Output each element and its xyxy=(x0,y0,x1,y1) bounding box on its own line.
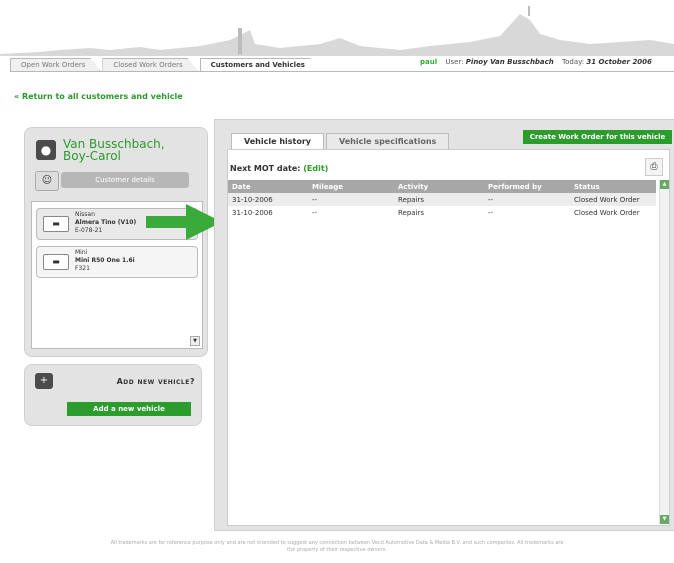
user-info-bar: paul User: Pinoy Van Busschbach Today: 3… xyxy=(420,58,652,66)
cell-mileage: -- xyxy=(312,208,318,217)
tab-customers-and-vehicles[interactable]: Customers and Vehicles xyxy=(200,58,320,72)
add-vehicle-panel: + Add new vehicle? Add a new vehicle xyxy=(24,364,202,426)
vehicle-model: Almera Tino (V10) xyxy=(75,219,137,226)
scroll-up-icon[interactable]: ▲ xyxy=(660,180,669,189)
scroll-down-icon[interactable]: ▼ xyxy=(190,336,200,346)
username[interactable]: paul xyxy=(420,58,437,66)
top-tab-bar: Open Work Orders Closed Work Orders Cust… xyxy=(10,58,322,72)
vehicle-item[interactable]: ▬ Mini Mini R50 One 1.6i F321 xyxy=(36,246,198,278)
table-row[interactable]: 31-10-2006 -- Repairs -- Closed Work Ord… xyxy=(228,206,656,219)
footer-line1: All trademarks are for reference purpose… xyxy=(110,540,564,546)
vehicle-plate: F321 xyxy=(75,265,90,272)
vehicle-make: Mini xyxy=(75,249,88,256)
vehicle-model: Mini R50 One 1.6i xyxy=(75,257,135,264)
mot-label: Next MOT date: xyxy=(230,164,301,173)
cell-performed-by: -- xyxy=(488,208,494,217)
user-label: User: xyxy=(445,58,464,66)
column-header-mileage: Mileage xyxy=(308,180,394,193)
skyline-banner xyxy=(0,6,674,56)
vehicle-make: Nissan xyxy=(75,211,95,218)
cell-date: 31-10-2006 xyxy=(232,208,273,217)
car-icon: ▬ xyxy=(43,254,69,270)
customer-details-icon[interactable]: ☺ xyxy=(35,171,59,191)
mot-date: Next MOT date: (Edit) xyxy=(230,164,328,173)
column-header-date: Date xyxy=(228,180,308,193)
cell-performed-by: -- xyxy=(484,193,570,206)
tab-vehicle-specifications[interactable]: Vehicle specifications xyxy=(326,133,450,150)
cell-mileage: -- xyxy=(308,193,394,206)
customer-name: Van Busschbach, Boy-Carol xyxy=(63,138,165,162)
table-header-row: Date Mileage Activity Performed by Statu… xyxy=(228,180,656,193)
tab-vehicle-history[interactable]: Vehicle history xyxy=(231,133,324,150)
column-header-activity: Activity xyxy=(394,180,484,193)
customer-icon: ● xyxy=(36,140,56,160)
customer-details-button[interactable]: Customer details xyxy=(61,172,189,188)
footer-disclaimer: All trademarks are for reference purpose… xyxy=(0,540,674,554)
vertical-scrollbar[interactable]: ▲ ▼ xyxy=(659,180,669,524)
customer-panel: ● Van Busschbach, Boy-Carol ☺ Customer d… xyxy=(24,127,208,357)
vehicle-detail-panel: Vehicle history Vehicle specifications C… xyxy=(214,119,674,531)
user-name: Pinoy Van Busschbach xyxy=(465,58,554,66)
tab-open-work-orders[interactable]: Open Work Orders xyxy=(10,58,100,71)
back-to-customers-link[interactable]: « Return to all customers and vehicle xyxy=(14,92,183,101)
history-table: Date Mileage Activity Performed by Statu… xyxy=(228,180,656,219)
mot-edit-link[interactable]: (Edit) xyxy=(303,164,328,173)
arrow-right-icon xyxy=(146,204,222,240)
add-vehicle-title: Add new vehicle? xyxy=(116,377,195,386)
cell-date: 31-10-2006 xyxy=(228,193,308,206)
column-header-performed-by: Performed by xyxy=(484,180,570,193)
add-vehicle-button[interactable]: Add a new vehicle xyxy=(67,402,191,416)
cell-status: Closed Work Order xyxy=(570,193,656,206)
cell-status: Closed Work Order xyxy=(574,208,640,217)
today-label: Today: xyxy=(562,58,585,66)
today-date: 31 October 2006 xyxy=(586,58,652,66)
customer-name-line2: Boy-Carol xyxy=(63,149,121,163)
create-work-order-button[interactable]: Create Work Order for this vehicle xyxy=(523,130,672,144)
column-header-status: Status xyxy=(570,180,656,193)
cell-activity: Repairs xyxy=(398,208,425,217)
vehicle-plate: E-078-21 xyxy=(75,227,103,234)
print-icon[interactable]: ⎙ xyxy=(645,158,663,176)
scroll-down-icon[interactable]: ▼ xyxy=(660,515,669,524)
tab-closed-work-orders[interactable]: Closed Work Orders xyxy=(102,58,197,71)
footer-line2: the property of their respective owners. xyxy=(287,547,387,553)
history-content: Next MOT date: (Edit) ⎙ Date Mileage Act… xyxy=(227,149,670,526)
table-row[interactable]: 31-10-2006 -- Repairs -- Closed Work Ord… xyxy=(228,193,656,206)
car-icon: ▬ xyxy=(43,216,69,232)
cell-activity: Repairs xyxy=(394,193,484,206)
tab-divider xyxy=(10,71,674,72)
car-add-icon: + xyxy=(35,373,53,389)
